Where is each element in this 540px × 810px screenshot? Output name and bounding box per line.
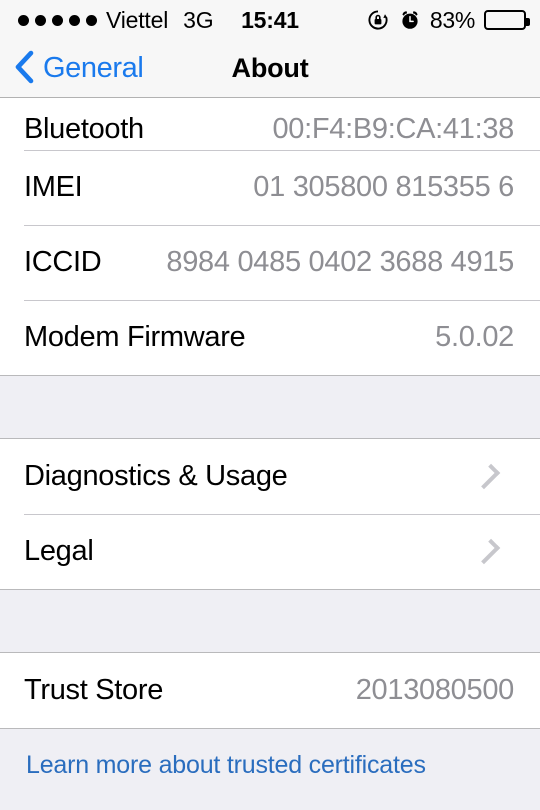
row-label: IMEI (24, 171, 83, 203)
table-row: Trust Store 2013080500 (0, 653, 540, 728)
signal-strength-dots (18, 14, 97, 26)
battery-percentage: 83% (429, 6, 475, 33)
settings-list[interactable]: Bluetooth 00:F4:B9:CA:41:38 IMEI 01 305800 … (0, 98, 540, 810)
row-value: 2013080500 (355, 674, 515, 706)
network-type: 3G (183, 6, 214, 33)
section-gap (0, 590, 540, 652)
table-row[interactable]: Legal (0, 514, 540, 589)
table-row: Modem Firmware 5.0.02 (0, 300, 540, 375)
status-bar-right: 83% (366, 0, 530, 40)
row-value: 8984 0485 0402 3688 4915 (166, 246, 514, 278)
table-row[interactable]: Diagnostics & Usage (0, 439, 540, 514)
row-label: Legal (24, 535, 94, 567)
settings-group-trust-store: Trust Store 2013080500 (0, 652, 540, 729)
rotation-lock-icon (366, 8, 390, 32)
back-button-general[interactable]: General (0, 50, 144, 87)
row-label: Bluetooth (24, 113, 144, 145)
row-value: 5.0.02 (435, 321, 514, 353)
row-label: Diagnostics & Usage (24, 460, 288, 492)
settings-group-diagnostics-legal: Diagnostics & Usage Legal (0, 438, 540, 590)
footer-link-learn-more[interactable]: Learn more about trusted certificates (0, 729, 540, 780)
navigation-bar: General About (0, 40, 540, 98)
row-label: Modem Firmware (24, 321, 246, 353)
row-value: 00:F4:B9:CA:41:38 (272, 113, 514, 145)
settings-group-device-info: Bluetooth 00:F4:B9:CA:41:38 IMEI 01 305800 … (0, 98, 540, 376)
battery-icon (484, 10, 530, 30)
chevron-right-icon (474, 538, 501, 565)
row-label: ICCID (24, 246, 102, 278)
back-button-label: General (43, 52, 144, 84)
status-bar-left: Viettel 3G (0, 6, 214, 34)
row-label: Trust Store (24, 674, 164, 706)
alarm-clock-icon (399, 9, 421, 31)
carrier-name: Viettel (106, 6, 169, 33)
table-row: Bluetooth 00:F4:B9:CA:41:38 (0, 98, 540, 150)
table-row: ICCID 8984 0485 0402 3688 4915 (0, 225, 540, 300)
section-gap (0, 376, 540, 438)
footer-spacer (0, 780, 540, 810)
chevron-left-icon (13, 50, 35, 87)
chevron-right-icon (474, 463, 501, 490)
row-value: 01 305800 815355 6 (253, 171, 514, 203)
iphone-settings-about-screen: Viettel 3G 15:41 83% General About Bluet… (0, 0, 540, 810)
table-row: IMEI 01 305800 815355 6 (0, 150, 540, 225)
status-bar: Viettel 3G 15:41 83% (0, 0, 540, 40)
